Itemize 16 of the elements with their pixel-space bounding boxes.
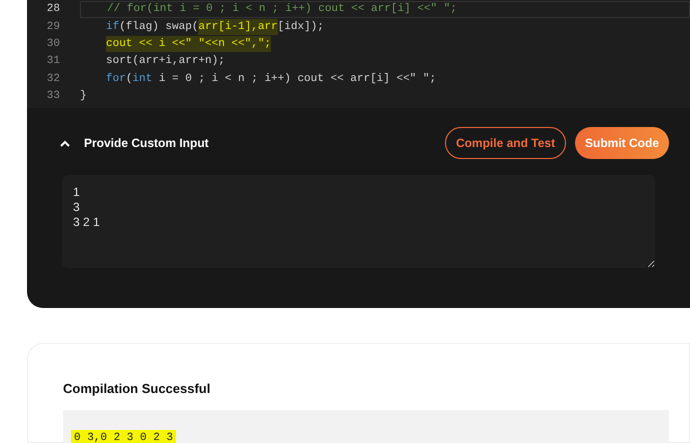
compile-test-button[interactable]: Compile and Test [445,127,566,159]
code-line: sort(arr+i,arr+n); [105,54,226,70]
code-line: } [80,88,88,104]
custom-input-field[interactable]: 1 3 3 2 1 [62,175,655,268]
section-title: Provide Custom Input [84,135,209,152]
line-number: 33 [46,88,60,104]
line-number: 31 [46,54,60,70]
code-line: for(int i = 0 ; i < n ; i++) cout << arr[i] <<" "; [105,72,438,87]
output-text: 0 3,0 2 3 0 2 3 [71,430,176,443]
line-number: 28 [46,2,60,18]
result-title: Compilation Successful [63,380,212,398]
line-number: 29 [46,20,60,35]
chevron-up-icon[interactable] [60,140,70,146]
line-number: 32 [46,72,60,87]
line-number: 30 [46,36,60,52]
code-line: if(flag) swap(arr[i-1],arr[idx]); [80,18,332,36]
